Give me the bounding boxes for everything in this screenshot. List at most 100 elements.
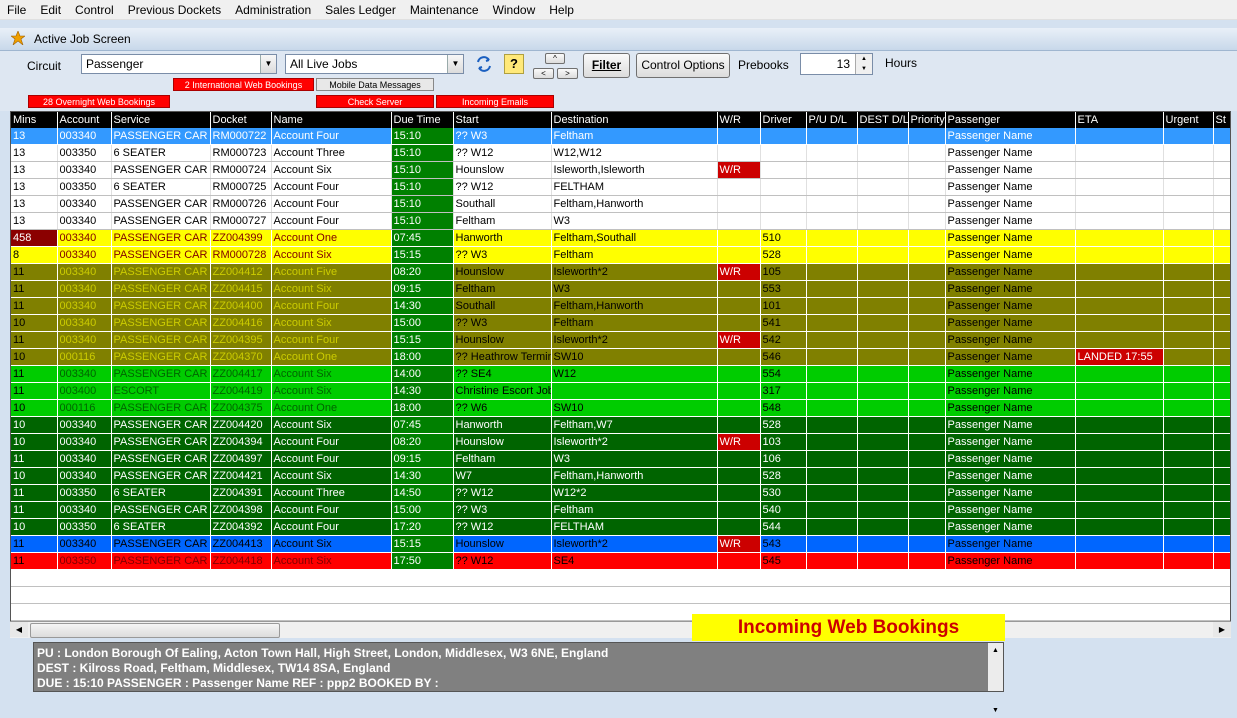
cell-svc[interactable]: PASSENGER CAR [111, 365, 211, 383]
cell-dstdl[interactable] [857, 450, 909, 468]
cell-acc[interactable]: 003340 [57, 433, 112, 451]
cell-dock[interactable]: RM000724 [210, 161, 272, 179]
cell-eta[interactable] [1075, 144, 1164, 162]
cell-nm[interactable]: Account One [271, 348, 392, 366]
cell-wr[interactable]: W/R [717, 161, 761, 179]
cell-dock[interactable]: RM000727 [210, 212, 272, 230]
cell-eta[interactable] [1075, 314, 1164, 332]
cell-pax[interactable]: Passenger Name [945, 178, 1076, 196]
column-header-st[interactable]: St [1213, 112, 1230, 128]
cell-wr[interactable] [717, 195, 761, 213]
cell-urg[interactable] [1163, 229, 1214, 247]
cell-nm[interactable]: Account Four [271, 450, 392, 468]
cell-due[interactable]: 18:00 [391, 348, 454, 366]
cell-due[interactable]: 08:20 [391, 433, 454, 451]
cell-nm[interactable]: Account Six [271, 314, 392, 332]
cell-pudl[interactable] [806, 484, 858, 502]
column-header-destination[interactable]: Destination [551, 112, 718, 128]
cell-drv[interactable] [760, 178, 807, 196]
cell-svc[interactable]: PASSENGER CAR [111, 280, 211, 298]
cell-pri[interactable] [908, 552, 946, 570]
cell-nm[interactable]: Account Six [271, 467, 392, 485]
cell-pri[interactable] [908, 348, 946, 366]
cell-pri[interactable] [908, 263, 946, 281]
cell-dstdl[interactable] [857, 314, 909, 332]
cell-drv[interactable]: 106 [760, 450, 807, 468]
cell-drv[interactable]: 545 [760, 552, 807, 570]
spinner-arrows-icon[interactable]: ▲ ▼ [855, 54, 872, 74]
cell-st[interactable]: Southall [453, 195, 552, 213]
cell-pudl[interactable] [806, 331, 858, 349]
cell-eta[interactable] [1075, 212, 1164, 230]
cell-eta[interactable] [1075, 229, 1164, 247]
cell-svc[interactable]: 6 SEATER [111, 178, 211, 196]
cell-pax[interactable]: Passenger Name [945, 433, 1076, 451]
table-row[interactable]: 11 003340 PASSENGER CAR ZZ004415 Account Six… [11, 280, 1230, 298]
column-header-p-u-d-l[interactable]: P/U D/L [806, 112, 858, 128]
cell-pudl[interactable] [806, 365, 858, 383]
filter-button[interactable]: Filter [583, 53, 630, 78]
prebooks-hours-spinner[interactable]: 13 ▲ ▼ [800, 53, 873, 75]
cell-drv[interactable] [760, 128, 807, 145]
cell-dock[interactable]: ZZ004416 [210, 314, 272, 332]
cell-dst[interactable]: FELTHAM [551, 518, 718, 536]
cell-acc[interactable]: 003340 [57, 314, 112, 332]
cell-pudl[interactable] [806, 246, 858, 264]
cell-dstdl[interactable] [857, 331, 909, 349]
cell-eta[interactable] [1075, 178, 1164, 196]
cell-st[interactable]: Hounslow [453, 433, 552, 451]
cell-dst[interactable]: W3 [551, 212, 718, 230]
cell-due[interactable]: 15:10 [391, 178, 454, 196]
column-header-account[interactable]: Account [57, 112, 112, 128]
cell-due[interactable]: 17:50 [391, 552, 454, 570]
cell-eta[interactable] [1075, 365, 1164, 383]
cell-dst[interactable]: Feltham [551, 314, 718, 332]
cell-st[interactable]: Hounslow [453, 263, 552, 281]
cell-nm[interactable]: Account Four [271, 518, 392, 536]
help-icon[interactable]: ? [504, 54, 524, 74]
details-vertical-scrollbar[interactable]: ▲ ▼ [988, 643, 1003, 714]
cell-pri[interactable] [908, 416, 946, 434]
cell-dst[interactable]: SW10 [551, 348, 718, 366]
cell-stt[interactable] [1213, 484, 1230, 502]
cell-drv[interactable]: 544 [760, 518, 807, 536]
cell-pudl[interactable] [806, 128, 858, 145]
cell-mins[interactable]: 11 [11, 535, 58, 553]
cell-urg[interactable] [1163, 467, 1214, 485]
cell-wr[interactable] [717, 212, 761, 230]
cell-dstdl[interactable] [857, 212, 909, 230]
cell-due[interactable]: 14:30 [391, 467, 454, 485]
cell-pri[interactable] [908, 246, 946, 264]
cell-svc[interactable]: PASSENGER CAR [111, 348, 211, 366]
cell-stt[interactable] [1213, 161, 1230, 179]
cell-dock[interactable]: ZZ004392 [210, 518, 272, 536]
cell-svc[interactable]: PASSENGER CAR [111, 433, 211, 451]
cell-stt[interactable] [1213, 450, 1230, 468]
cell-wr[interactable] [717, 450, 761, 468]
cell-pax[interactable]: Passenger Name [945, 365, 1076, 383]
cell-eta[interactable] [1075, 280, 1164, 298]
cell-eta[interactable] [1075, 535, 1164, 553]
cell-pudl[interactable] [806, 535, 858, 553]
cell-mins[interactable]: 8 [11, 246, 58, 264]
cell-drv[interactable] [760, 144, 807, 162]
table-row[interactable]: 13 003340 PASSENGER CAR RM000727 Account Fou… [11, 212, 1230, 230]
table-row[interactable]: 10 000116 PASSENGER CAR ZZ004370 Account One… [11, 348, 1230, 366]
cell-stt[interactable] [1213, 416, 1230, 434]
cell-dock[interactable]: ZZ004415 [210, 280, 272, 298]
cell-dock[interactable]: RM000722 [210, 128, 272, 145]
cell-urg[interactable] [1163, 382, 1214, 400]
table-row[interactable]: 11 003350 PASSENGER CAR ZZ004418 Account Six… [11, 552, 1230, 570]
cell-urg[interactable] [1163, 161, 1214, 179]
cell-dstdl[interactable] [857, 399, 909, 417]
cell-pri[interactable] [908, 535, 946, 553]
cell-pax[interactable]: Passenger Name [945, 280, 1076, 298]
cell-nm[interactable]: Account Six [271, 161, 392, 179]
cell-dst[interactable]: Isleworth,Isleworth [551, 161, 718, 179]
cell-mins[interactable]: 10 [11, 399, 58, 417]
cell-nm[interactable]: Account Six [271, 280, 392, 298]
mobile-data-messages-tag[interactable]: Mobile Data Messages [316, 78, 434, 91]
cell-urg[interactable] [1163, 144, 1214, 162]
cell-urg[interactable] [1163, 501, 1214, 519]
cell-mins[interactable]: 13 [11, 195, 58, 213]
